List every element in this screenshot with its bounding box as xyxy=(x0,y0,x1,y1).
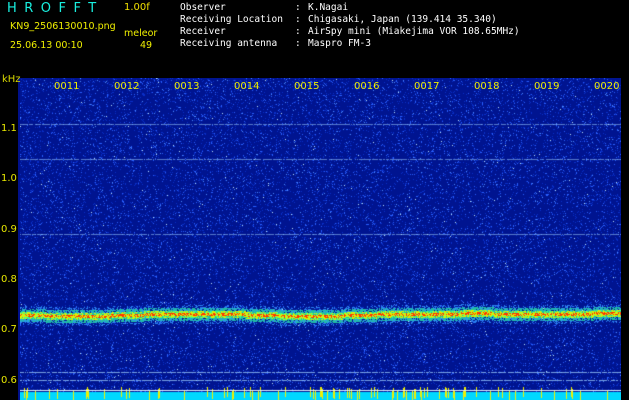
y-tick-label: 0.9 xyxy=(1,224,17,235)
x-tick-label: 0014 xyxy=(234,81,260,92)
detection-mode: meleor xyxy=(124,28,158,39)
receiver-label: Receiver xyxy=(180,26,226,37)
observer-value: K.Nagai xyxy=(308,2,349,13)
antenna-label: Receiving antenna xyxy=(180,38,278,49)
x-tick-label: 0020 xyxy=(594,81,620,92)
observer-label: Observer xyxy=(180,2,226,13)
header-panel: HROFFT 1.00f KN9_2506130010.png meleor 2… xyxy=(0,0,629,76)
x-tick-label: 0018 xyxy=(474,81,500,92)
location-sep: : xyxy=(295,14,301,25)
x-tick-label: 0011 xyxy=(54,81,80,92)
y-tick-label: 1.0 xyxy=(1,173,17,184)
y-tick-label: 0.8 xyxy=(1,274,17,285)
y-tick-label: 0.6 xyxy=(1,375,17,386)
observer-sep: : xyxy=(295,2,301,13)
y-axis-unit: kHz xyxy=(2,74,21,85)
x-tick-label: 0015 xyxy=(294,81,320,92)
receiver-sep: : xyxy=(295,26,301,37)
y-tick-label: 0.7 xyxy=(1,324,17,335)
x-tick-label: 0013 xyxy=(174,81,200,92)
app-title: HROFFT xyxy=(7,1,104,16)
image-filename: KN9_2506130010.png xyxy=(10,21,116,32)
app-version: 1.00f xyxy=(124,2,150,13)
x-tick-label: 0017 xyxy=(414,81,440,92)
y-tick-label: 1.1 xyxy=(1,123,17,134)
receiver-value: AirSpy mini (Miakejima VOR 108.65MHz) xyxy=(308,26,520,37)
x-tick-label: 0012 xyxy=(114,81,140,92)
image-timestamp: 25.06.13 00:10 xyxy=(10,40,83,51)
x-tick-label: 0016 xyxy=(354,81,380,92)
spectrogram-canvas xyxy=(20,78,621,400)
x-tick-label: 0019 xyxy=(534,81,560,92)
meteor-count: 49 xyxy=(140,40,153,51)
spectrogram-plot[interactable] xyxy=(20,78,621,400)
location-label: Receiving Location xyxy=(180,14,283,25)
antenna-sep: : xyxy=(295,38,301,49)
location-value: Chigasaki, Japan (139.414 35.340) xyxy=(308,14,497,25)
antenna-value: Maspro FM-3 xyxy=(308,38,371,49)
